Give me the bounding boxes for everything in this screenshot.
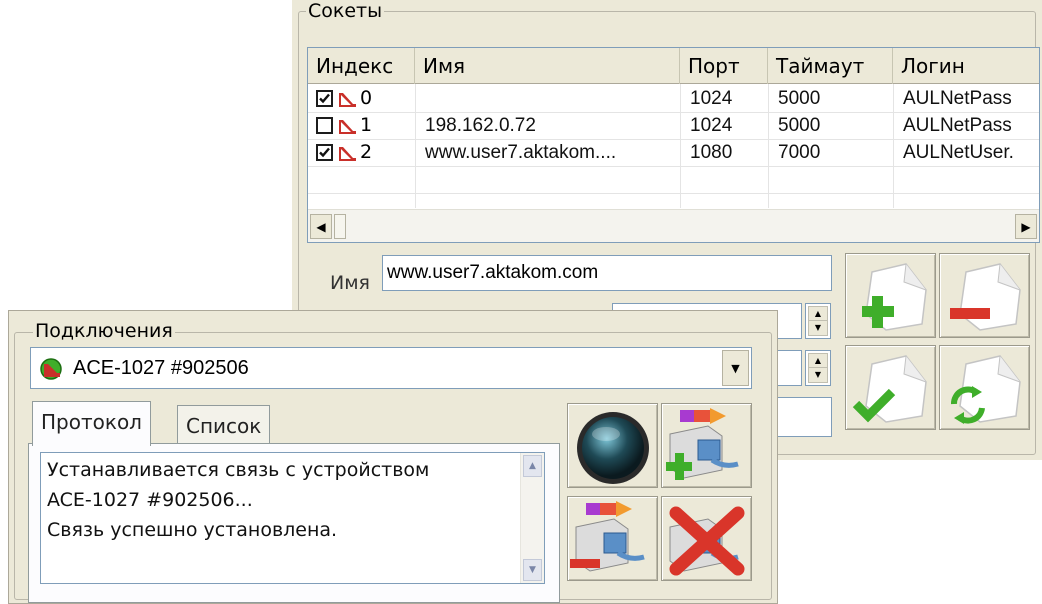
row-login: AULNetPass [903,115,1012,136]
row-timeout: 5000 [778,115,821,136]
dropdown-button[interactable]: ▼ [722,350,749,386]
delete-connection-button[interactable] [661,496,752,581]
scroll-right-button[interactable]: ▶ [1015,214,1037,239]
refresh-socket-button[interactable] [939,345,1030,430]
row-login: AULNetPass [903,88,1012,109]
spin-down-button[interactable]: ▼ [808,320,828,336]
row-checkbox[interactable] [316,117,333,134]
search-device-button[interactable] [567,403,658,488]
name-label: Имя [330,272,370,294]
row-timeout: 5000 [778,88,821,109]
refresh-page-icon [951,355,1021,424]
row-port: 1024 [690,88,733,109]
row-port: 1024 [690,115,733,136]
row-login: AULNetUser. [903,142,1014,163]
row-index: 1 [360,114,373,136]
add-socket-button[interactable] [845,253,936,338]
sockets-table[interactable]: Индекс Имя Порт Таймаут Логин 0 1024 500… [307,47,1040,243]
row-name: www.user7.aktakom.... [425,142,617,163]
table-row[interactable]: 0 1024 5000 AULNetPass [308,85,1039,112]
column-header-login[interactable]: Логин [893,48,1039,84]
row-name [415,85,680,112]
column-header-name[interactable]: Имя [415,48,680,84]
remove-socket-button[interactable] [939,253,1030,338]
connection-icon [40,358,62,380]
remove-connection-icon [570,501,645,572]
table-row[interactable]: 2 www.user7.aktakom.... 1080 7000 AULNet… [308,139,1039,166]
column-header-port[interactable]: Порт [680,48,768,84]
horizontal-scrollbar[interactable]: ◀ ▶ [308,209,1039,242]
remove-connection-button[interactable] [567,496,658,581]
row-index: 2 [360,141,373,163]
radar-icon [577,412,649,484]
table-row[interactable]: 1 198.162.0.72 1024 5000 AULNetPass [308,112,1039,139]
name-input[interactable]: www.user7.aktakom.com [382,255,832,291]
scroll-up-button[interactable]: ▲ [523,455,542,477]
tab-protocol[interactable]: Протокол [32,401,151,446]
row-checkbox[interactable] [316,144,333,161]
check-page-icon [852,355,927,423]
row-port: 1080 [690,142,733,163]
check-icon [319,93,330,104]
log-line: Связь успешно установлена. [47,519,338,541]
port-spinner[interactable]: ▲ ▼ [805,303,831,339]
connections-group-title: Подключения [33,320,175,342]
selected-device: ACE-1027 #902506 [73,357,249,379]
table-header: Индекс Имя Порт Таймаут Логин [308,48,1039,84]
spin-down-button[interactable]: ▼ [808,367,828,383]
add-connection-icon [666,408,739,480]
socket-icon [339,93,356,107]
add-page-icon [862,263,927,331]
remove-page-icon [950,263,1021,331]
vertical-scrollbar[interactable]: ▲ ▼ [520,453,544,583]
add-connection-button[interactable] [661,403,752,488]
timeout-spinner[interactable]: ▲ ▼ [805,350,831,386]
scroll-down-button[interactable]: ▼ [523,559,542,581]
row-checkbox[interactable] [316,90,333,107]
scroll-thumb[interactable] [334,214,346,239]
socket-icon [339,147,356,161]
apply-socket-button[interactable] [845,345,936,430]
column-header-timeout[interactable]: Таймаут [768,48,893,84]
log-line: ACE-1027 #902506... [47,489,253,511]
check-icon [319,147,330,158]
protocol-log[interactable]: Устанавливается связь с устройством ACE-… [40,452,545,584]
delete-icon [669,506,745,576]
row-name: 198.162.0.72 [425,115,536,136]
socket-icon [339,120,356,134]
tab-list[interactable]: Список [177,405,271,447]
column-header-index[interactable]: Индекс [308,48,415,84]
device-select[interactable]: ACE-1027 #902506 ▼ [30,347,752,389]
row-index: 0 [360,87,373,109]
scroll-left-button[interactable]: ◀ [310,214,332,239]
sockets-group-title: Сокеты [306,0,385,22]
row-timeout: 7000 [778,142,821,163]
log-line: Устанавливается связь с устройством [47,459,430,481]
